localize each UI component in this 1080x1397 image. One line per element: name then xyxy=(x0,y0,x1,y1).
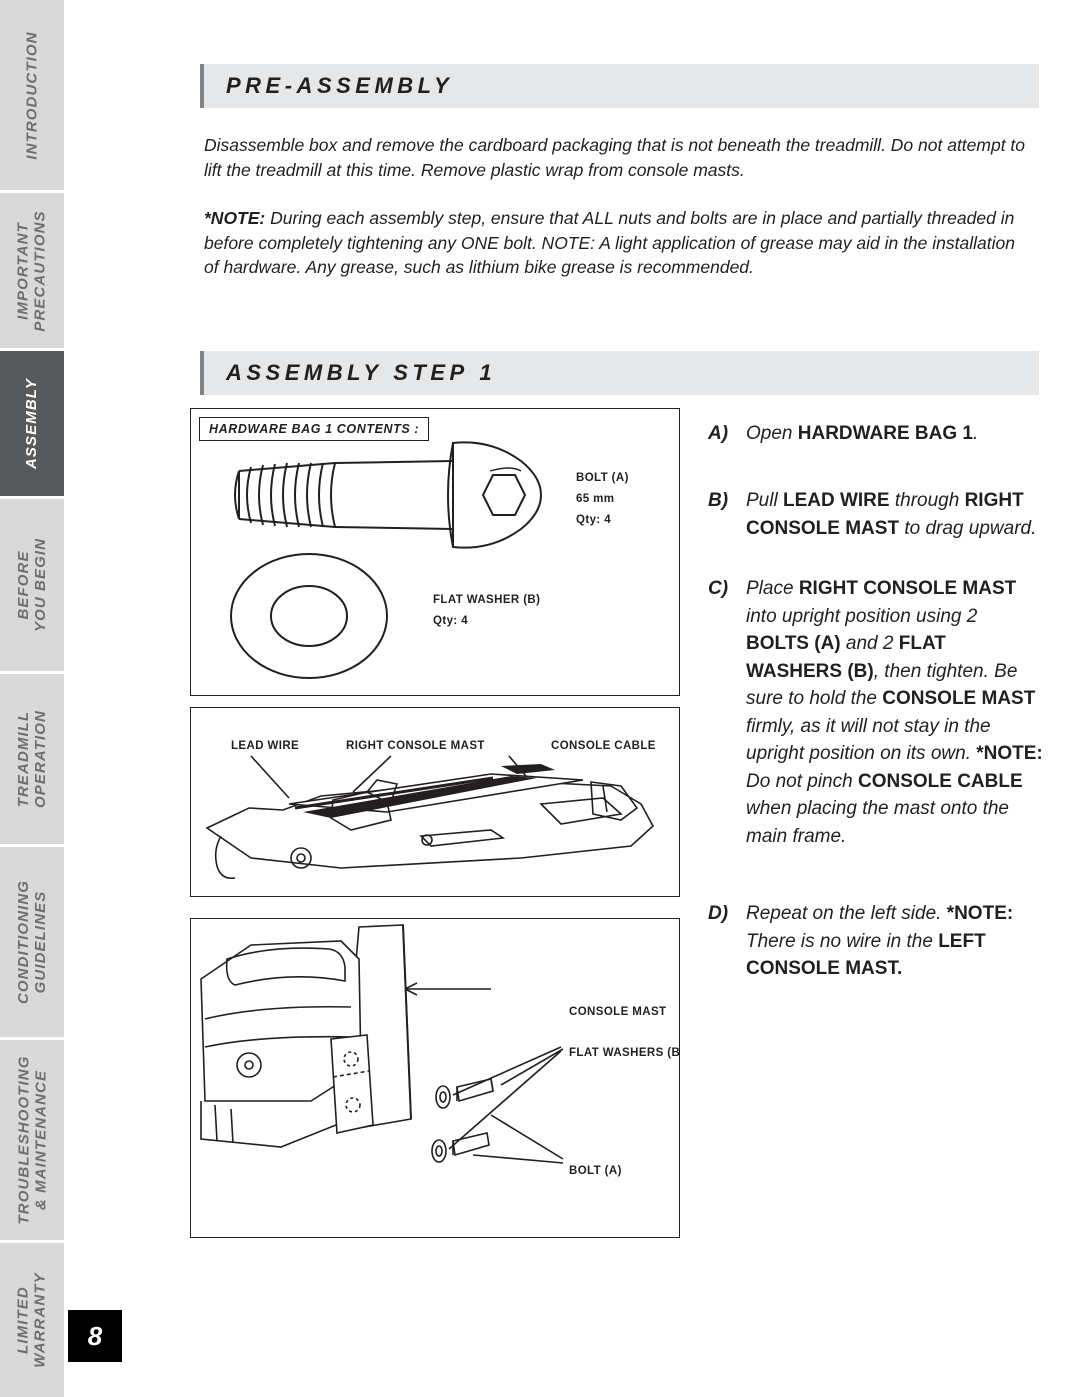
pre-assembly-note: *NOTE: During each assembly step, ensure… xyxy=(204,206,1032,280)
flat-washer-b-label: FLAT WASHER (B) xyxy=(433,594,541,606)
mast-lead-wire-illustration xyxy=(205,755,655,880)
flat-washers-b-label: FLAT WASHERS (B) xyxy=(569,1047,680,1059)
hardware-bag-illustration xyxy=(230,441,543,679)
hardware-bag-figure: HARDWARE BAG 1 CONTENTS : BOLT (A) 65 mm… xyxy=(190,408,680,696)
instruction-b: B) Pull LEAD WIRE through RIGHT CONSOLE … xyxy=(708,487,1044,542)
flat-washer-b-qty: Qty: 4 xyxy=(433,615,468,627)
sidebar-item-label: INTRODUCTION xyxy=(23,30,41,160)
bolt-a-spec: 65 mm xyxy=(576,493,615,505)
bolt-a-qty: Qty: 4 xyxy=(576,514,611,526)
instruction-b-text: Pull LEAD WIRE through RIGHT CONSOLE MAS… xyxy=(746,490,1037,539)
assembly-step-prefix: ASSEMBLY xyxy=(226,360,383,385)
sidebar-item-conditioning-guidelines[interactable]: CONDITIONING GUIDELINES xyxy=(0,847,64,1037)
instruction-c-letter: C) xyxy=(708,578,729,599)
bolt-assembly-figure: CONSOLE MAST FLAT WASHERS (B) BOLT (A) xyxy=(190,918,680,1238)
section-heading-pre-assembly: PRE-ASSEMBLY xyxy=(200,64,1039,108)
instruction-c-text: Place RIGHT CONSOLE MAST into upright po… xyxy=(746,578,1043,847)
console-cable-label: CONSOLE CABLE xyxy=(551,740,656,752)
sidebar-item-label: IMPORTANT xyxy=(15,221,32,320)
sidebar-item-label-2: PRECAUTIONS xyxy=(32,209,49,332)
sidebar-item-before-you-begin[interactable]: BEFORE YOU BEGIN xyxy=(0,499,64,671)
instruction-a-text: Open HARDWARE BAG 1. xyxy=(746,423,979,444)
instruction-b-letter: B) xyxy=(708,490,729,511)
instruction-a: A) Open HARDWARE BAG 1. xyxy=(708,420,1044,448)
sidebar-item-label-2: OPERATION xyxy=(32,710,49,808)
sidebar-item-label: TREADMILL xyxy=(15,710,32,808)
instruction-c: C) Place RIGHT CONSOLE MAST into upright… xyxy=(708,575,1044,850)
instruction-d: D) Repeat on the left side. *NOTE: There… xyxy=(708,900,1044,983)
right-console-mast-label: RIGHT CONSOLE MAST xyxy=(346,740,485,752)
lead-wire-label: LEAD WIRE xyxy=(231,740,300,752)
page-title: PRE-ASSEMBLY xyxy=(226,73,454,98)
bolt-assembly-illustration xyxy=(200,924,564,1164)
instruction-d-letter: D) xyxy=(708,903,729,924)
pre-assembly-paragraph: Disassemble box and remove the cardboard… xyxy=(204,135,1026,180)
sidebar-item-troubleshooting-maintenance[interactable]: TROUBLESHOOTING & MAINTENANCE xyxy=(0,1040,64,1240)
sidebar-item-important-precautions[interactable]: IMPORTANT PRECAUTIONS xyxy=(0,193,64,348)
bolt-a-caption: BOLT (A) xyxy=(569,1165,622,1177)
sidebar-item-limited-warranty[interactable]: LIMITED WARRANTY xyxy=(0,1243,64,1397)
console-mast-label: CONSOLE MAST xyxy=(569,1006,667,1018)
sidebar-item-label: LIMITED xyxy=(15,1286,32,1354)
sidebar-item-label: CONDITIONING xyxy=(15,879,32,1005)
mast-lead-wire-figure: LEAD WIRE RIGHT CONSOLE MAST CONSOLE CAB… xyxy=(190,707,680,897)
sidebar-item-treadmill-operation[interactable]: TREADMILL OPERATION xyxy=(0,674,64,844)
sidebar-item-label-2: & MAINTENANCE xyxy=(32,1069,49,1211)
sidebar-item-label-2: WARRANTY xyxy=(32,1272,49,1368)
note-text: During each assembly step, ensure that A… xyxy=(204,208,1015,277)
sidebar-item-label: ASSEMBLY xyxy=(23,377,41,470)
page-number: 8 xyxy=(68,1310,122,1362)
sidebar-item-label: BEFORE xyxy=(15,550,33,620)
assembly-step-suffix: STEP xyxy=(393,360,469,385)
assembly-step-number: 1 xyxy=(479,360,497,385)
sidebar-item-assembly[interactable]: ASSEMBLY xyxy=(0,351,64,496)
instruction-a-letter: A) xyxy=(708,423,729,444)
sidebar-item-introduction[interactable]: INTRODUCTION xyxy=(0,0,64,190)
side-navigation: INTRODUCTION IMPORTANT PRECAUTIONS ASSEM… xyxy=(0,0,64,1397)
section-heading-assembly-step: ASSEMBLY STEP 1 xyxy=(200,351,1039,395)
assembly-step-title: ASSEMBLY STEP 1 xyxy=(204,360,496,386)
bolt-a-label: BOLT (A) xyxy=(576,472,629,484)
sidebar-item-label-2: GUIDELINES xyxy=(32,890,49,994)
sidebar-item-label-2: YOU BEGIN xyxy=(32,537,50,633)
page-content: PRE-ASSEMBLY Disassemble box and remove … xyxy=(190,0,1043,1397)
instruction-d-text: Repeat on the left side. *NOTE: There is… xyxy=(746,903,1014,979)
note-label: *NOTE: xyxy=(204,208,266,228)
sidebar-item-label: TROUBLESHOOTING xyxy=(15,1055,32,1225)
